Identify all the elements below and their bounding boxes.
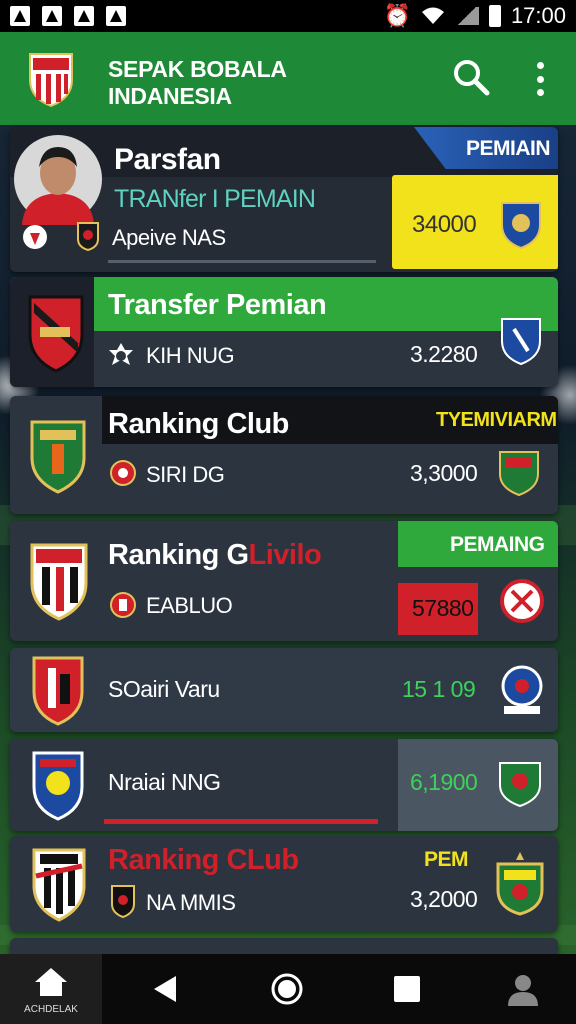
card-meta: KIH NUG [146, 343, 235, 368]
divider [108, 260, 376, 263]
club-crest-icon [501, 202, 541, 249]
ranking-club-card-3[interactable]: Ranking CLub PEM NA MMIS 3,2000 [10, 836, 558, 932]
player-avatar [14, 135, 102, 225]
app-notification-icon [74, 6, 94, 26]
system-icons: ⏰ 17:00 [384, 3, 566, 29]
club-crest-icon [32, 656, 84, 726]
club-card-2[interactable]: Nraiai NNG 6,1900 [10, 739, 558, 831]
club-crest-icon [30, 420, 86, 494]
card-title: Ranking GLivilo [108, 539, 322, 572]
player-transfer-subtitle: TRANfer I PEMAIN [114, 185, 316, 213]
accent-line [104, 819, 378, 824]
recent-apps-icon[interactable] [394, 976, 420, 1002]
club-crest-icon [28, 295, 84, 373]
transfer-card[interactable]: Transfer Pemian KIH NUG 3.2280 [10, 277, 558, 387]
club-badge-small-icon [110, 592, 136, 618]
club-crest-icon-2 [499, 762, 541, 807]
settings-badge-icon [109, 343, 133, 365]
card-value: 3,3000 [410, 460, 478, 486]
card-value: 3.2280 [410, 341, 478, 367]
upload-notification-icon [42, 6, 62, 26]
app-logo-crest-icon [29, 53, 73, 108]
app-title-line-2: INDANESIA [108, 83, 232, 109]
club-badge-small-icon [23, 225, 47, 249]
ranking-club-card-2[interactable]: Ranking GLivilo EABLUO PEMAING 57880 [10, 521, 558, 641]
club-name: Nraiai NNG [108, 769, 221, 795]
club-badge-small-icon-2 [77, 222, 99, 251]
card-title: Ranking Club [108, 408, 289, 440]
club-crest-icon-2 [500, 579, 544, 623]
app-title-line-1: SEPAK BOBALA [108, 56, 287, 82]
alarm-icon: ⏰ [383, 3, 411, 28]
back-icon[interactable] [152, 974, 178, 1004]
player-transfer-card[interactable]: Parsfan TRANfer I PEMAIN Apeive NAS PEMI… [10, 127, 558, 272]
card-tag: TYEMIVIARM [436, 409, 557, 431]
ranking-club-card[interactable]: Ranking Club TYEMIVIARM SIRI DG 3,3000 [10, 396, 558, 514]
battery-icon [488, 5, 501, 27]
card-meta: SIRI DG [146, 462, 225, 487]
club-crest-icon [32, 751, 84, 821]
club-crest-icon-2 [501, 318, 541, 365]
card-value: 3,2000 [410, 886, 478, 912]
club-badge-small-icon [111, 885, 135, 918]
home-label: ACHDELAK [24, 1004, 78, 1015]
wifi-icon [421, 7, 444, 24]
home-tab[interactable]: ACHDELAK [0, 954, 102, 1024]
card-title: Transfer Pemian [108, 289, 327, 321]
app-title: SEPAK BOBALA INDANESIA [108, 56, 287, 110]
club-crest-icon-2 [499, 451, 539, 496]
gallery-notification-icon [10, 6, 30, 26]
club-crest-icon-2 [496, 852, 544, 916]
card-title-part-2: Livilo [248, 539, 322, 571]
club-crest-icon [30, 543, 88, 621]
card-title-part-1: Ranking G [108, 539, 249, 571]
card-value: 6,1900 [410, 769, 478, 795]
player-name: Parsfan [114, 143, 221, 176]
more-options-icon[interactable] [530, 62, 550, 96]
card-value: 57880 [412, 595, 474, 621]
home-icon [35, 968, 67, 996]
card-tag: PEM [424, 848, 469, 871]
transfer-fee-value: 34000 [412, 211, 477, 238]
status-time: 17:00 [510, 3, 566, 28]
signal-icon [454, 7, 479, 25]
club-crest-icon [32, 848, 86, 922]
player-position: Apeive NAS [112, 225, 226, 250]
card-meta: EABLUO [146, 593, 233, 618]
club-badge-small-icon [110, 460, 136, 486]
app-bar: SEPAK BOBALA INDANESIA [0, 32, 576, 125]
club-card[interactable]: SOairi Varu 15 1 09 [10, 648, 558, 732]
home-circle-icon[interactable] [270, 972, 304, 1006]
status-bar: ⏰ 17:00 [0, 0, 576, 32]
card-value: 15 1 09 [402, 676, 476, 702]
club-crest-icon-2 [501, 665, 543, 714]
sports-notification-icon [106, 6, 126, 26]
card-title: Ranking CLub [108, 844, 299, 876]
card-tag: PEMAING [450, 533, 545, 556]
position-tag: PEMIAIN [466, 137, 551, 160]
navigation-bar: ACHDELAK [0, 954, 576, 1024]
search-icon[interactable] [452, 58, 490, 96]
club-name: SOairi Varu [108, 676, 220, 702]
profile-icon[interactable] [504, 970, 542, 1008]
card-meta: NA MMIS [146, 890, 236, 915]
notification-icons [10, 6, 126, 26]
